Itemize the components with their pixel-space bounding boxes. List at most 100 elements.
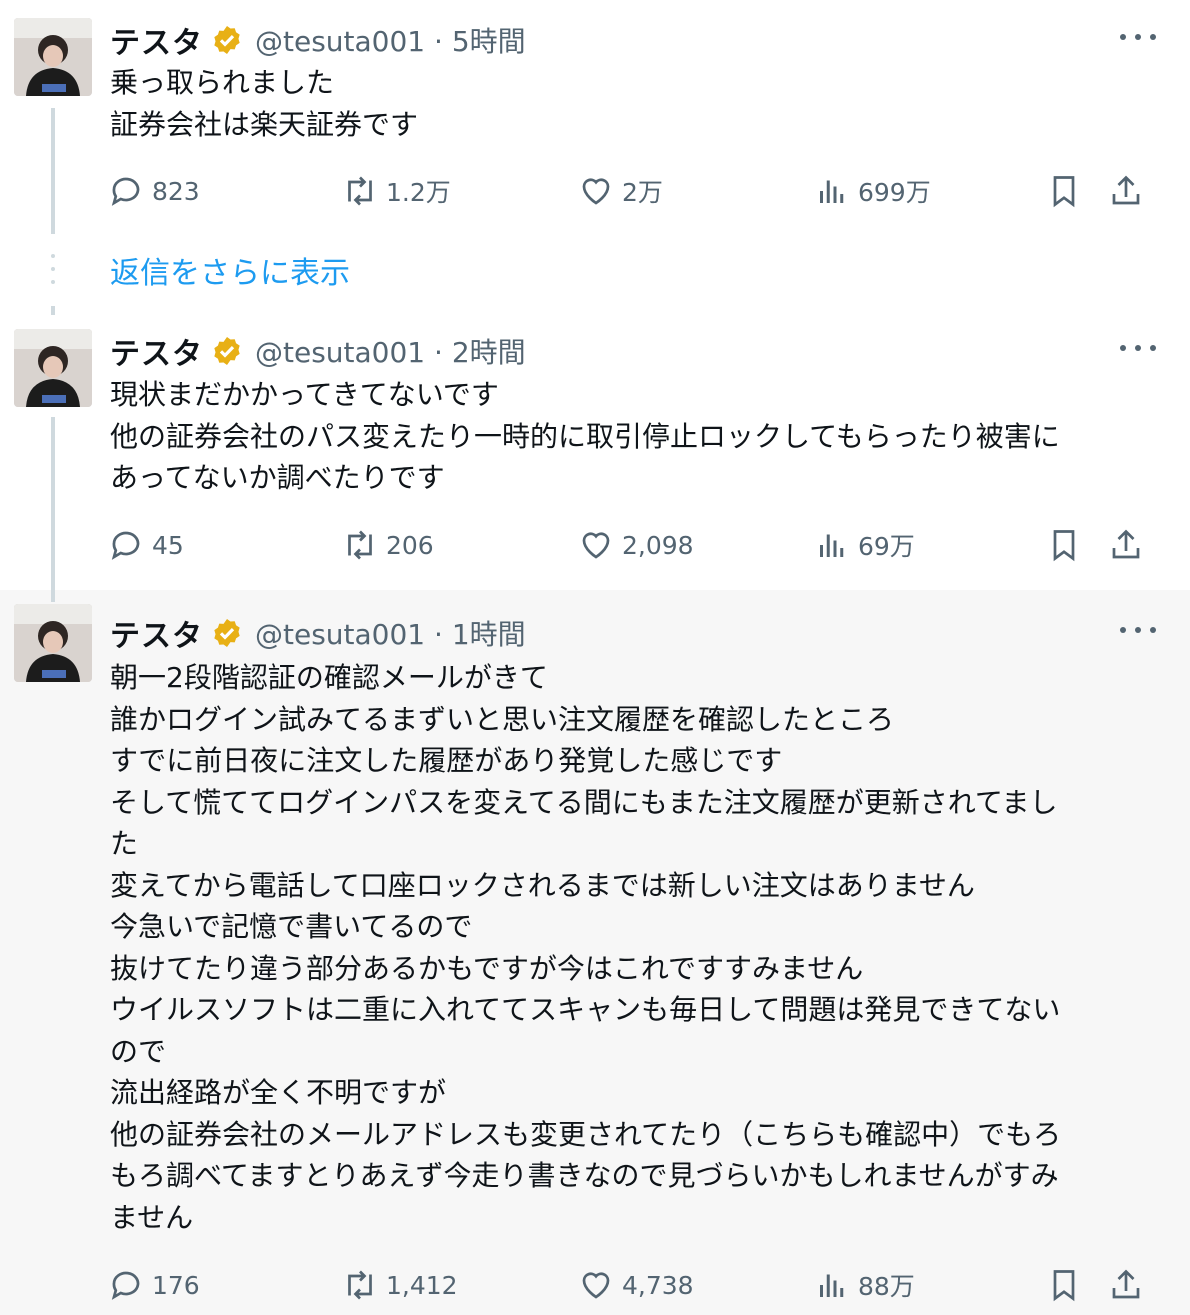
tweet-line: 乗っ取られました (110, 66, 335, 99)
tweet-line: た (110, 827, 139, 860)
reply-button[interactable]: 45 (108, 523, 184, 567)
display-name[interactable]: テスタ (110, 329, 203, 373)
views-button[interactable]: 699万 (814, 169, 931, 213)
tweet-line: 朝一2段階認証の確認メールがきて (110, 661, 548, 694)
reply-count: 823 (152, 176, 200, 206)
retweet-icon (348, 1270, 372, 1300)
avatar[interactable] (14, 329, 92, 407)
tweet-line: ません (110, 1200, 194, 1234)
reply-icon (111, 177, 140, 206)
tweet-header: テスタ @tesuta001 · 5時間 (110, 18, 526, 62)
show-more-replies-link[interactable]: 返信をさらに表示 (110, 248, 350, 292)
like-count: 2万 (622, 178, 663, 207)
tweet-line: そして慌ててログインパスを変えてる間にもまた注文履歴が更新されてまし (110, 785, 1058, 819)
like-icon (582, 532, 610, 559)
more-icon[interactable] (1120, 333, 1156, 363)
tweet-line: 今急いで記憶で書いてるので (110, 910, 473, 943)
action-bar: 45 206 2,098 69万 (108, 523, 1158, 567)
avatar[interactable] (14, 18, 92, 96)
tweet-line: 他の証券会社のメールアドレスも変更されてたり（こちらも確認中）でもろ (110, 1117, 1062, 1151)
share-button[interactable] (1108, 169, 1144, 213)
thread-dots (51, 254, 55, 293)
retweet-button[interactable]: 1,412 (342, 1263, 458, 1307)
thread-line (51, 108, 55, 234)
more-icon[interactable] (1120, 615, 1156, 645)
action-bar: 823 1.2万 2万 699万 (108, 169, 1158, 213)
like-icon (582, 178, 610, 205)
retweet-count: 206 (386, 530, 434, 560)
like-button[interactable]: 2,098 (578, 523, 694, 567)
avatar[interactable] (14, 604, 92, 682)
tweet-line: 変えてから電話して口座ロックされるまでは新しい注文はありません (110, 868, 975, 902)
more-icon[interactable] (1120, 22, 1156, 52)
like-button[interactable]: 2万 (578, 169, 663, 213)
verified-badge-icon (211, 617, 243, 649)
bookmark-button[interactable] (1046, 1263, 1082, 1307)
thread-line (51, 590, 55, 602)
retweet-button[interactable]: 1.2万 (342, 169, 451, 213)
tweet-header: テスタ @tesuta001 · 1時間 (110, 611, 526, 655)
verified-badge-icon (211, 24, 243, 56)
tweet-line: ウイルスソフトは二重に入れててスキャンも毎日して問題は発見できてない (110, 993, 1061, 1026)
views-button[interactable]: 69万 (814, 523, 915, 567)
reply-count: 45 (152, 530, 184, 560)
reply-button[interactable]: 176 (108, 1263, 200, 1307)
handle-and-time[interactable]: @tesuta001 · 2時間 (255, 331, 526, 371)
retweet-icon (348, 176, 372, 206)
thread-line (51, 417, 55, 590)
views-icon (820, 180, 844, 203)
tweet-1[interactable]: テスタ @tesuta001 · 5時間 乗っ取られました 証券会社は楽天証券で… (0, 0, 1190, 240)
share-icon (1112, 1269, 1140, 1299)
views-icon (820, 1274, 844, 1297)
bookmark-icon (1053, 530, 1075, 562)
bookmark-button[interactable] (1046, 523, 1082, 567)
share-button[interactable] (1108, 1263, 1144, 1307)
view-count: 699万 (858, 178, 931, 207)
tweet-line: すでに前日夜に注文した履歴があり発覚した感じです (110, 744, 783, 777)
bookmark-icon (1053, 1270, 1075, 1302)
tweet-text: 朝一2段階認証の確認メールがきて 誰かログイン試みてるまずいと思い注文履歴を確認… (110, 657, 1150, 1238)
tweet-line: 誰かログイン試みてるまずいと思い注文履歴を確認したところ (110, 702, 895, 736)
tweet-text: 現状まだかかってきてないです 他の証券会社のパス変えたり一時的に取引停止ロックし… (110, 374, 1150, 499)
bookmark-icon (1053, 176, 1075, 208)
handle-and-time[interactable]: @tesuta001 · 1時間 (255, 613, 526, 653)
bookmark-button[interactable] (1046, 169, 1082, 213)
tweet-line: 現状まだかかってきてないです (110, 378, 499, 411)
tweet-line: もろ調べてますとりあえず今走り書きなので見づらいかもしれませんがすみ (110, 1159, 1059, 1192)
tweet-2[interactable]: テスタ @tesuta001 · 2時間 現状まだかかってきてないです 他の証券… (0, 315, 1190, 590)
view-count: 69万 (858, 532, 915, 561)
like-button[interactable]: 4,738 (578, 1263, 694, 1307)
reply-icon (111, 1271, 140, 1300)
tweet-line: 他の証券会社のパス変えたり一時的に取引停止ロックしてもらったり被害に (110, 419, 1060, 453)
show-more-replies-row[interactable]: 返信をさらに表示 (0, 240, 1190, 300)
verified-badge-icon (211, 335, 243, 367)
tweet-line: 抜けてたり違う部分あるかもですが今はこれですすみません (110, 951, 864, 985)
views-button[interactable]: 88万 (814, 1263, 915, 1307)
retweet-count: 1,412 (386, 1270, 458, 1300)
tweet-line: 流出経路が全く不明ですが (110, 1076, 447, 1109)
like-count: 4,738 (622, 1270, 694, 1300)
tweet-3[interactable]: テスタ @tesuta001 · 1時間 朝一2段階認証の確認メールがきて 誰か… (0, 590, 1190, 1315)
display-name[interactable]: テスタ (110, 611, 203, 655)
action-bar: 176 1,412 4,738 88万 (108, 1263, 1158, 1307)
share-button[interactable] (1108, 523, 1144, 567)
reply-button[interactable]: 823 (108, 169, 200, 213)
reply-count: 176 (152, 1270, 200, 1300)
retweet-icon (348, 530, 372, 560)
share-icon (1112, 175, 1140, 205)
tweet-header: テスタ @tesuta001 · 2時間 (110, 329, 526, 373)
retweet-button[interactable]: 206 (342, 523, 434, 567)
share-icon (1112, 529, 1140, 559)
tweet-line: ので (110, 1034, 167, 1068)
retweet-count: 1.2万 (386, 178, 451, 207)
handle-and-time[interactable]: @tesuta001 · 5時間 (255, 20, 526, 60)
tweet-text: 乗っ取られました 証券会社は楽天証券です (110, 62, 1150, 145)
view-count: 88万 (858, 1272, 915, 1301)
like-icon (582, 1272, 610, 1299)
reply-icon (111, 531, 140, 560)
like-count: 2,098 (622, 530, 694, 560)
tweet-line: 証券会社は楽天証券です (110, 107, 419, 141)
views-icon (820, 534, 844, 557)
tweet-line: あってないか調べたりです (110, 461, 445, 494)
display-name[interactable]: テスタ (110, 18, 203, 62)
